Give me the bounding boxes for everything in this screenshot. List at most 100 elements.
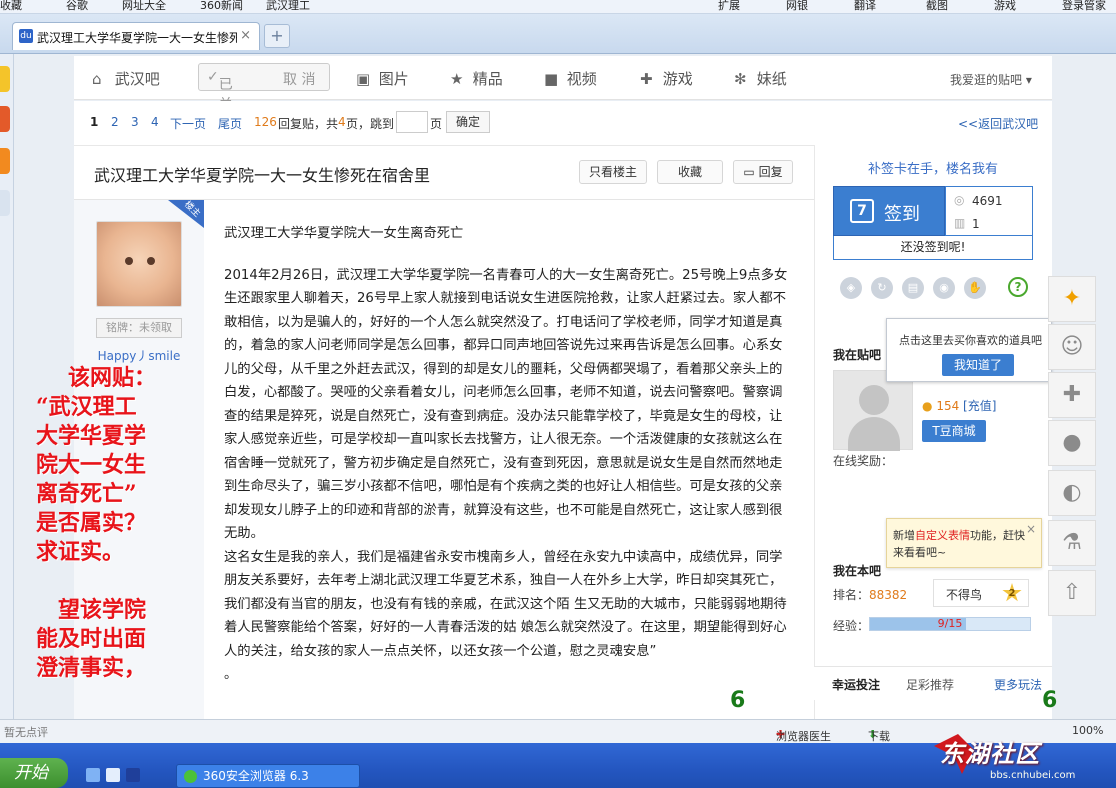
top-icon[interactable]: ⇧ <box>1048 570 1096 616</box>
overlay-line: 离奇死亡” <box>36 481 137 507</box>
only-op-button[interactable]: 只看楼主 <box>579 160 647 184</box>
sidebar-shortcut-icon[interactable] <box>0 106 10 132</box>
nav-home-label: 武汉吧 <box>114 70 160 88</box>
new-tab-button[interactable]: + <box>264 24 290 48</box>
quicklaunch-icon[interactable] <box>86 768 100 782</box>
user-icon[interactable]: ● <box>1048 420 1096 466</box>
reply-button[interactable]: ▭ 回复 <box>733 160 793 184</box>
browser-tab[interactable]: du 武汉理工大学华夏学院一大一女生惨死在宿舍里_武汉吧_百度贴吧 × <box>12 22 260 50</box>
card-icon[interactable]: ▤ <box>902 277 924 299</box>
sidebar-shortcut-icon[interactable] <box>0 148 10 174</box>
recharge-link[interactable]: [充值] <box>963 399 996 413</box>
fav-item[interactable]: 登录管家 <box>1062 0 1106 12</box>
got-it-button[interactable]: 我知道了 <box>942 354 1014 376</box>
page-link[interactable]: 4 <box>151 115 159 129</box>
smiley-icon[interactable]: ☺ <box>1048 324 1096 370</box>
refresh-icon[interactable]: ↻ <box>871 277 893 299</box>
nav-label: 图片 <box>378 70 409 88</box>
collect-button[interactable]: 收藏 <box>657 160 723 184</box>
tab-lucky-bet[interactable]: 幸运投注 <box>832 676 880 693</box>
rank-title-box[interactable]: 不得鸟 2 <box>933 579 1029 607</box>
post-paragraph: 2014年2月26日，武汉理工大学华夏学院一名青春可人的大一女生离奇死亡。25号… <box>224 267 788 542</box>
nav-games[interactable]: ✚ 游戏 <box>640 68 693 89</box>
coin-icon: ● <box>922 399 933 413</box>
fav-item[interactable]: 扩展 <box>718 0 740 12</box>
total-label: 页，跳到 <box>346 117 395 131</box>
nav-featured[interactable]: ★ 精品 <box>450 68 503 89</box>
tdou-shop-button[interactable]: T豆商城 <box>922 420 986 442</box>
fav-item[interactable]: 武汉理工 <box>266 0 310 12</box>
page-current: 1 <box>90 115 99 129</box>
nav-video[interactable]: ■ 视频 <box>544 68 597 89</box>
overlay-line: 院大一女生 <box>36 452 147 478</box>
close-icon[interactable]: × <box>1026 522 1036 536</box>
hand-icon[interactable]: ✋ <box>964 277 986 299</box>
next-page-link[interactable]: 下一页 <box>170 115 206 132</box>
thread-title-bar: 武汉理工大学华夏学院一大一女生惨死在宿舍里 只看楼主 收藏 ▭ 回复 <box>74 146 814 200</box>
image-icon: ▣ <box>356 70 371 88</box>
start-button[interactable]: 开始 <box>0 758 68 788</box>
nav-images[interactable]: ▣ 图片 <box>356 68 409 89</box>
level-star-icon: 2 <box>1002 583 1022 602</box>
fav-item[interactable]: 网银 <box>786 0 808 12</box>
reply-label: 回复贴，共 <box>278 117 339 131</box>
help-icon[interactable]: ? <box>1008 277 1028 297</box>
sign-count: 4691 <box>972 194 1003 208</box>
watermark-text: 东湖社区 <box>940 740 1040 768</box>
last-page-link[interactable]: 尾页 <box>218 115 242 132</box>
tdou-balance: ● 154 [充值] <box>922 397 996 414</box>
reply-label: 回复 <box>758 165 783 179</box>
post-content: 武汉理工大学华夏学院大一女生离奇死亡 2014年2月26日，武汉理工大学华夏学院… <box>224 222 794 687</box>
dice-icon[interactable]: ◈ <box>840 277 862 299</box>
flask-icon[interactable]: ⚗ <box>1048 520 1096 566</box>
sign-in-button[interactable]: 7 签到 <box>833 186 945 236</box>
fav-item[interactable]: 360新闻 <box>200 0 243 12</box>
close-icon[interactable]: × <box>240 28 251 43</box>
fav-item[interactable]: 翻译 <box>854 0 876 12</box>
sidebar-shortcut-icon[interactable] <box>0 66 10 92</box>
fav-item[interactable]: 谷歌 <box>66 0 88 12</box>
liked-bars-dropdown[interactable]: 我爱逛的贴吧 ▾ <box>950 71 1032 88</box>
overlay-line: 求证实。 <box>36 539 125 565</box>
fav-item[interactable]: 游戏 <box>994 0 1016 12</box>
user-avatar[interactable] <box>833 370 913 451</box>
nameplate-badge[interactable]: 铭牌：未领取 <box>96 318 182 338</box>
avatar[interactable] <box>96 221 182 307</box>
sign-in-label: 签到 <box>884 204 920 225</box>
taskbar-app-button[interactable]: 360安全浏览器 6.3 <box>176 764 360 788</box>
plus-icon[interactable]: ✚ <box>1048 372 1096 418</box>
quicklaunch-icon[interactable] <box>106 768 120 782</box>
gamepad-icon[interactable]: ◐ <box>1048 470 1096 516</box>
wand-icon[interactable]: ✦ <box>1048 276 1096 322</box>
jump-page-input[interactable] <box>396 111 428 133</box>
nav-label: 视频 <box>566 70 597 88</box>
page-link[interactable]: 2 <box>111 115 119 129</box>
quicklaunch-icon[interactable] <box>126 768 140 782</box>
jump-confirm-button[interactable]: 确定 <box>446 111 490 133</box>
overlay-line <box>36 567 180 596</box>
pagination: 1 2 3 4 下一页 尾页 126 回复贴，共 4 页，跳到 页 确定 <<返… <box>74 101 1052 145</box>
sidebar-shortcut-icon[interactable] <box>0 190 10 216</box>
baidu-paw-icon: du <box>19 29 33 43</box>
in-bar-heading: 我在贴吧 <box>833 348 882 362</box>
butterfly-icon: ✻ <box>734 70 747 88</box>
fav-item[interactable]: 截图 <box>926 0 948 12</box>
nav-girls[interactable]: ✻ 妹纸 <box>734 68 787 89</box>
author-name[interactable]: Happy丿smile <box>96 347 182 364</box>
page-link[interactable]: 3 <box>131 115 139 129</box>
emoji-highlight[interactable]: 自定义表情 <box>915 529 970 542</box>
tab-more[interactable]: 更多玩法 <box>994 676 1042 693</box>
overlay-line: 该网贴： <box>68 365 157 391</box>
tab-football[interactable]: 足彩推荐 <box>906 676 954 693</box>
unfollow-button[interactable]: 取 消 <box>283 69 315 89</box>
target-icon[interactable]: ◉ <box>933 277 955 299</box>
fav-item[interactable]: 网址大全 <box>122 0 166 12</box>
zoom-level[interactable]: 100% <box>1072 724 1103 737</box>
lottery-tabs: 幸运投注 足彩推荐 更多玩法 <box>814 666 1052 700</box>
reply-count: 126 <box>254 115 277 129</box>
supplement-card-text[interactable]: 补签卡在手，楼名我有 <box>814 158 1052 177</box>
nav-home[interactable]: ⌂ 武汉吧 <box>92 68 160 89</box>
back-to-bar-link[interactable]: <<返回武汉吧 <box>958 115 1038 132</box>
fav-item[interactable]: 收藏 <box>0 0 22 12</box>
status-left: 暂无点评 <box>4 726 48 739</box>
